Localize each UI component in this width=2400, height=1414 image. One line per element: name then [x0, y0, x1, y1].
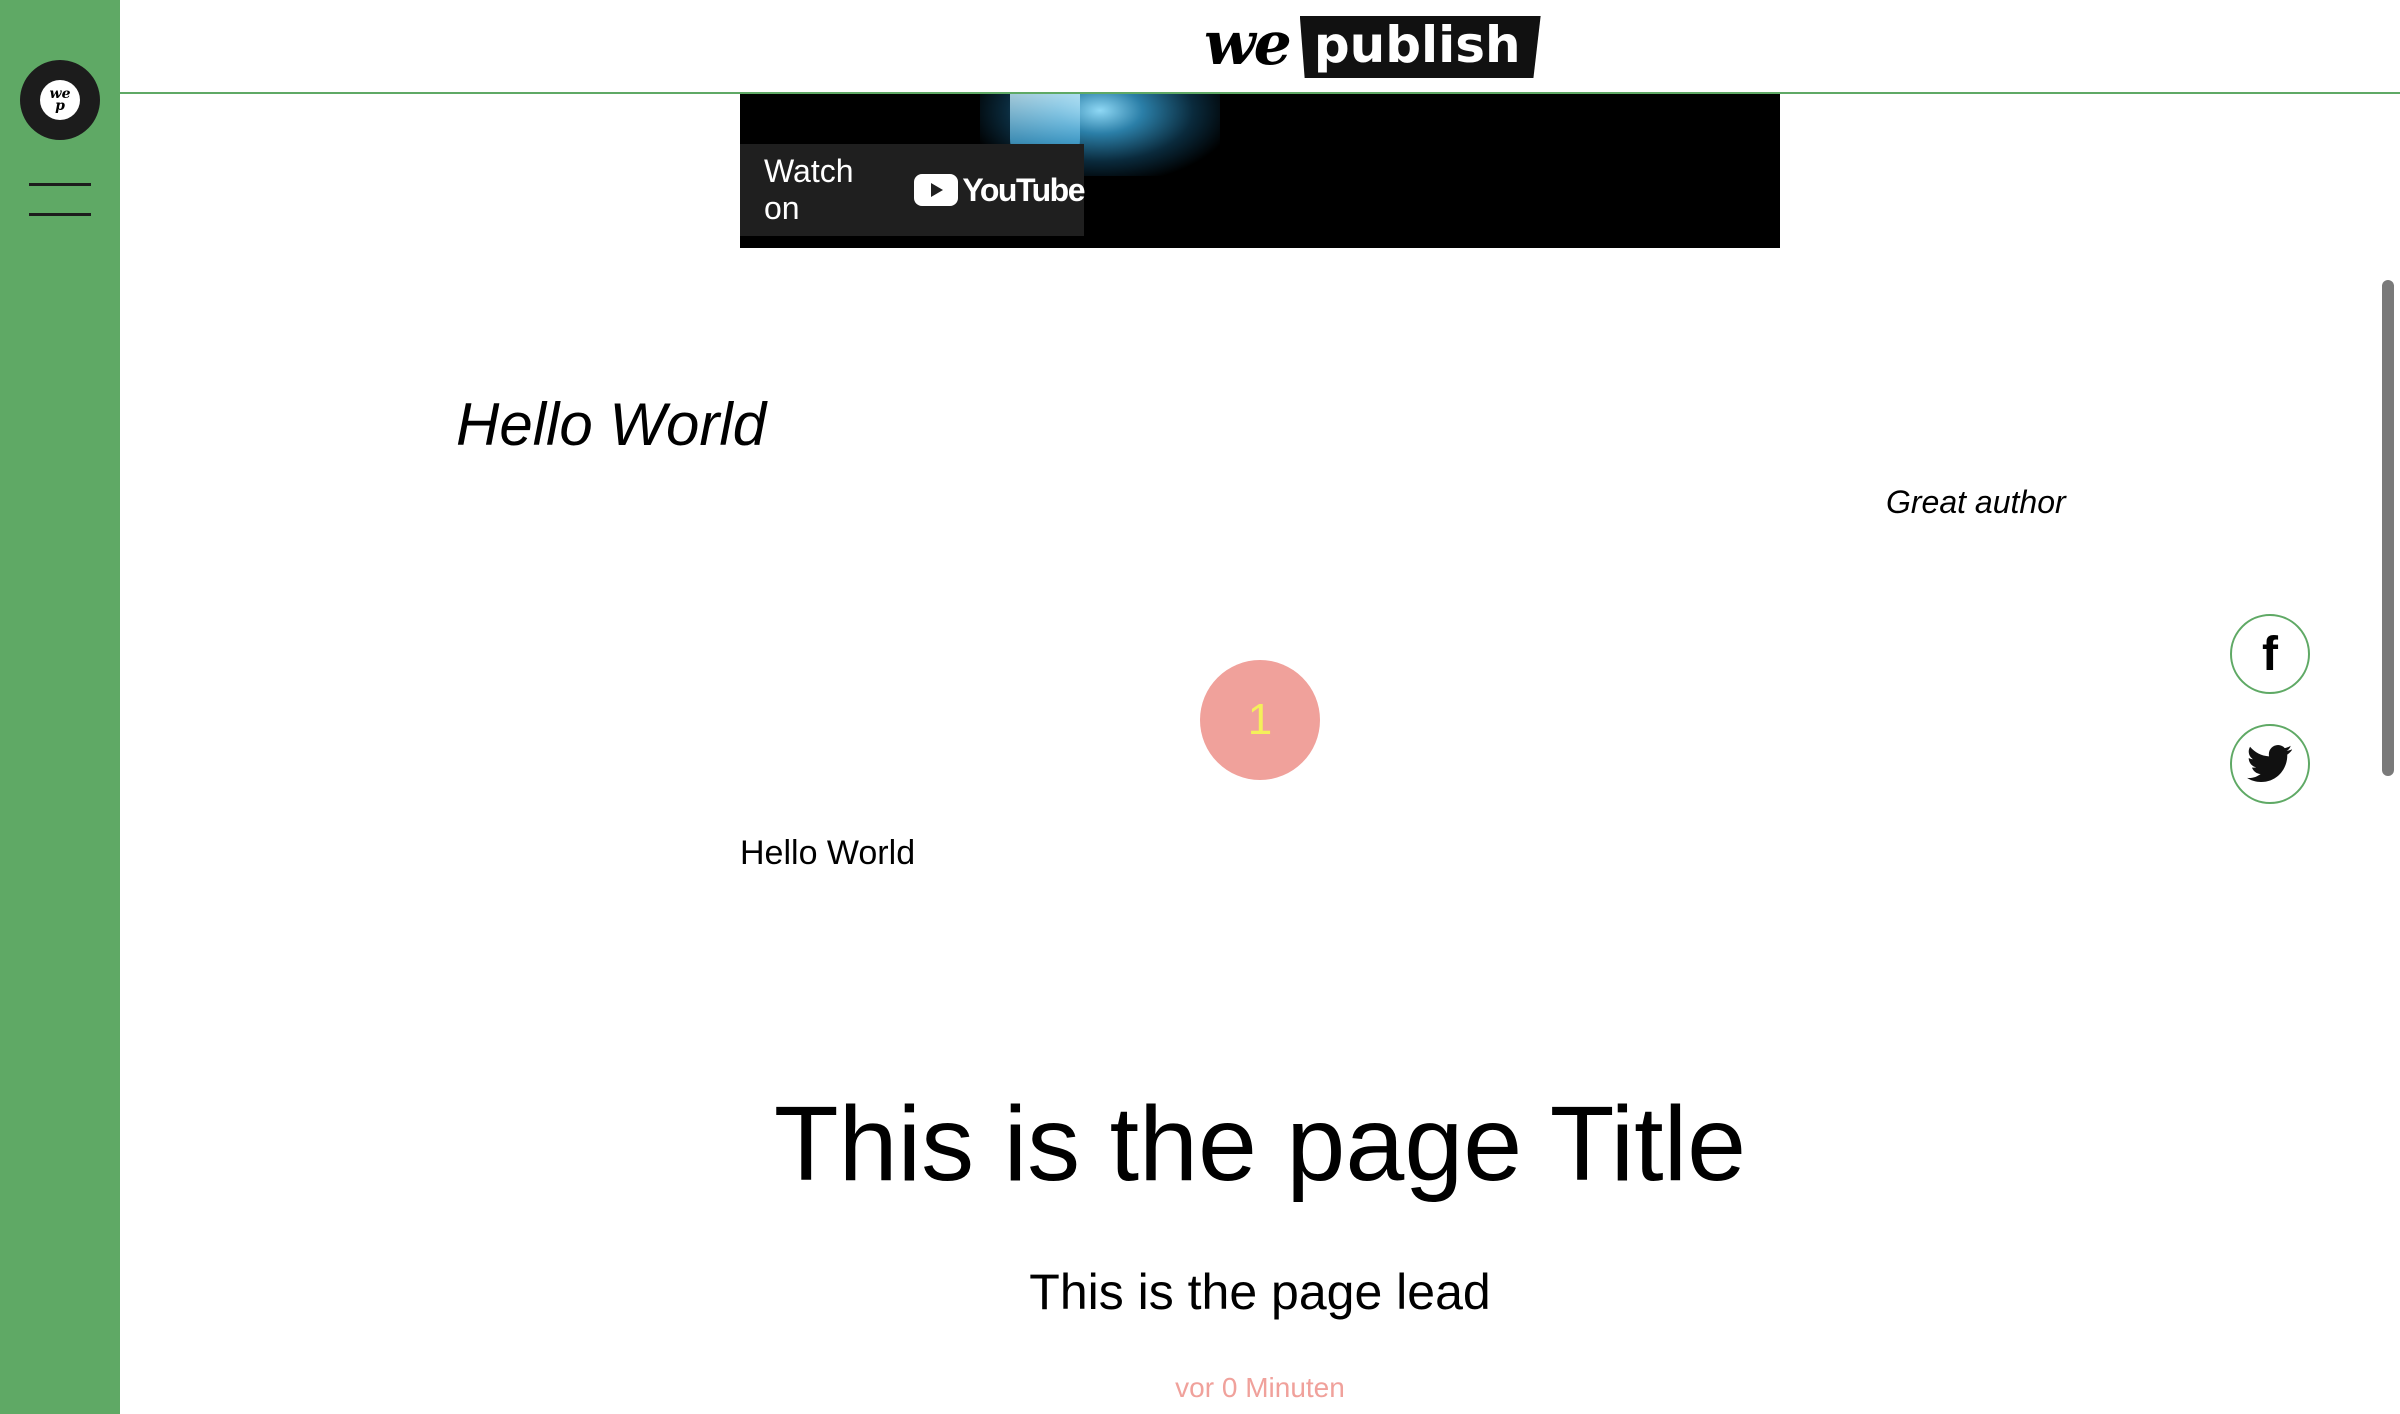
page-lead: This is the page lead: [1029, 1264, 1491, 1320]
facebook-icon: f: [2262, 628, 2278, 681]
youtube-embed[interactable]: Watch on YouTube: [740, 94, 1780, 248]
quote-title: Hello World: [456, 391, 767, 458]
menu-icon[interactable]: [29, 180, 91, 218]
scrollbar-thumb[interactable]: [2382, 280, 2394, 776]
sidebar-logo[interactable]: we p: [20, 60, 100, 140]
youtube-wordmark: YouTube: [962, 171, 1085, 208]
menu-line: [29, 213, 91, 216]
menu-line: [29, 183, 91, 186]
watch-on-youtube-button[interactable]: Watch on YouTube: [740, 144, 1085, 236]
page-date: vor 0 Minuten: [1175, 1372, 1345, 1403]
sidebar: we p: [0, 0, 120, 1414]
brand-we: we: [1204, 9, 1292, 79]
author-name: Great author: [1886, 484, 2066, 520]
page-title: This is the page Title: [773, 1085, 1747, 1203]
badge-number: 1: [1247, 695, 1273, 744]
header: we publish: [120, 0, 2400, 94]
twitter-share-button[interactable]: [2230, 724, 2310, 804]
youtube-logo: YouTube: [914, 171, 1085, 209]
brand-logo[interactable]: we publish: [1204, 14, 1541, 80]
logo-mark: we p: [40, 80, 80, 120]
facebook-share-button[interactable]: f: [2230, 614, 2310, 694]
body-text: Hello World: [740, 834, 916, 872]
logo-bottom-text: p: [55, 98, 65, 114]
number-badge: 1: [1200, 660, 1320, 780]
watch-on-label: Watch on: [764, 153, 854, 226]
twitter-icon: [2247, 745, 2293, 783]
brand-publish: publish: [1299, 16, 1541, 78]
youtube-play-icon: [914, 174, 959, 206]
